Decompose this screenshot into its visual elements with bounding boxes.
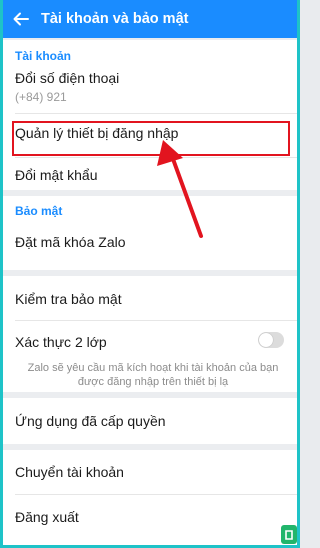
two-factor-label: Xác thực 2 lớp [15,334,107,350]
section-title-security: Bảo mật [15,204,63,218]
security-check-label: Kiểm tra bảo mật [15,291,122,307]
change-phone-item[interactable]: Đổi số điện thoại (+84) 921 [3,64,297,110]
phone-number-value: (+84) 921 [15,90,67,104]
screen-frame: Tài khoản và bảo mật Tài khoản Đổi số đi… [0,0,300,548]
two-factor-item[interactable]: Xác thực 2 lớp Zalo sẽ yêu cầu mã kích h… [3,321,297,389]
two-factor-description: Zalo sẽ yêu cầu mã kích hoạt khi tài kho… [27,362,279,388]
apps-section: Ứng dụng đã cấp quyền [3,398,297,444]
logout-label: Đăng xuất [15,509,79,525]
verification-section: Kiểm tra bảo mật Xác thực 2 lớp Zalo sẽ … [3,276,297,392]
page-title: Tài khoản và bảo mật [41,11,189,27]
change-phone-label: Đổi số điện thoại [15,70,120,86]
toggle-knob [259,333,273,347]
arrow-left-icon [13,12,29,26]
app-header: Tài khoản và bảo mật [3,0,297,38]
logout-item[interactable]: Đăng xuất [3,495,297,539]
back-button[interactable] [3,0,39,38]
switch-account-label: Chuyển tài khoản [15,464,124,480]
change-password-label: Đổi mật khẩu [15,167,98,183]
change-password-item[interactable]: Đổi mật khẩu [3,158,297,190]
account-actions-section: Chuyển tài khoản Đăng xuất [3,450,297,545]
two-factor-toggle[interactable] [258,332,284,348]
watermark-logo-icon [281,525,297,544]
switch-account-item[interactable]: Chuyển tài khoản [3,450,297,494]
set-zalo-lock-label: Đặt mã khóa Zalo [15,234,126,250]
security-check-item[interactable]: Kiểm tra bảo mật [3,276,297,320]
section-title-account: Tài khoản [15,49,72,63]
security-section: Bảo mật Đặt mã khóa Zalo [3,196,297,270]
account-section: Tài khoản Đổi số điện thoại (+84) 921 Qu… [3,40,297,190]
highlight-box [12,121,290,156]
authorized-apps-item[interactable]: Ứng dụng đã cấp quyền [3,398,297,444]
set-zalo-lock-item[interactable]: Đặt mã khóa Zalo [3,220,297,268]
authorized-apps-label: Ứng dụng đã cấp quyền [15,413,166,429]
